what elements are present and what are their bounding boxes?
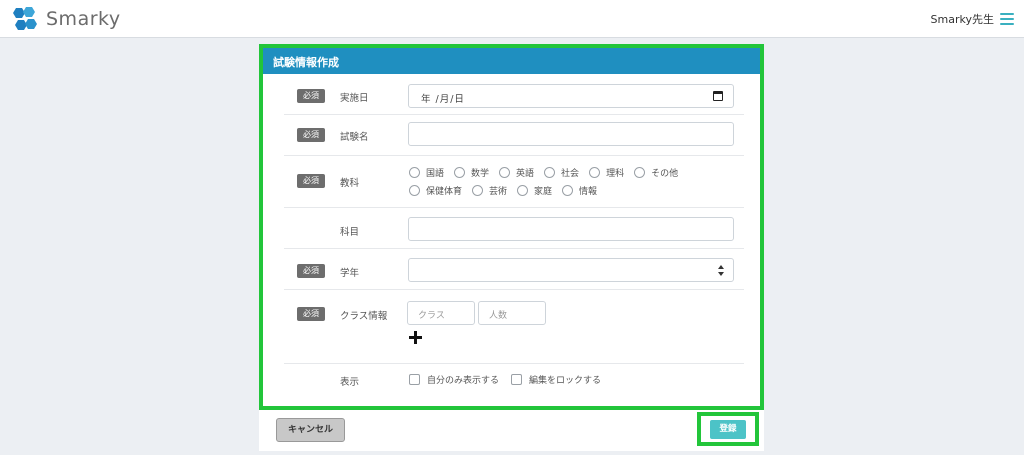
- smarky-logo-icon: [13, 7, 37, 30]
- required-badge: 必須: [297, 128, 325, 142]
- radio-circle[interactable]: [499, 166, 511, 178]
- subject-options-row-2: 保健体育 芸術 家庭 情報: [409, 181, 739, 199]
- class-info-row: 必須 クラス情報 クラス 人数: [284, 290, 744, 364]
- date-input[interactable]: 年 /月/日: [408, 84, 734, 108]
- radio-katei[interactable]: 家庭: [517, 184, 552, 197]
- hamburger-menu-icon[interactable]: [1000, 13, 1014, 25]
- radio-label: 数学: [471, 168, 490, 179]
- user-area: Smarky先生: [931, 10, 1014, 28]
- radio-rika[interactable]: 理科: [589, 166, 624, 179]
- radio-label: 芸術: [489, 186, 508, 197]
- grade-select[interactable]: [408, 258, 734, 282]
- radio-shakai[interactable]: 社会: [544, 166, 579, 179]
- exam-name-label: 試験名: [340, 132, 369, 143]
- radio-label: 国語: [426, 168, 445, 179]
- radio-label: その他: [651, 168, 679, 179]
- course-label: 科目: [340, 227, 360, 238]
- checkbox-box[interactable]: [409, 374, 420, 385]
- course-input[interactable]: [408, 217, 734, 241]
- exam-create-panel: 試験情報作成 必須 実施日 年 /月/日 必須 試験名 必須 教科 国語 数学: [259, 44, 764, 410]
- date-value: 年 /月/日: [421, 94, 465, 105]
- register-button-highlight: 登録: [697, 412, 759, 446]
- display-label: 表示: [340, 377, 360, 388]
- date-label: 実施日: [340, 93, 369, 104]
- app-name: Smarky: [46, 8, 121, 30]
- radio-label: 英語: [516, 168, 535, 179]
- select-arrows-icon: [718, 265, 724, 276]
- radio-label: 保健体育: [426, 186, 463, 197]
- radio-circle[interactable]: [517, 184, 529, 196]
- student-count-placeholder: 人数: [489, 311, 508, 321]
- register-button[interactable]: 登録: [710, 420, 746, 439]
- radio-circle[interactable]: [544, 166, 556, 178]
- radio-hoken-taiiku[interactable]: 保健体育: [409, 184, 462, 197]
- top-bar: Smarky Smarky先生: [0, 0, 1024, 38]
- radio-joho[interactable]: 情報: [562, 184, 597, 197]
- radio-eigo[interactable]: 英語: [499, 166, 534, 179]
- checkbox-label: 自分のみ表示する: [427, 376, 500, 386]
- cancel-button[interactable]: キャンセル: [276, 418, 345, 442]
- radio-circle[interactable]: [409, 166, 420, 178]
- radio-circle[interactable]: [472, 184, 484, 196]
- class-placeholder: クラス: [418, 311, 445, 321]
- radio-circle[interactable]: [589, 166, 601, 178]
- required-badge: 必須: [297, 307, 325, 321]
- student-count-input[interactable]: 人数: [478, 301, 546, 325]
- date-row: 必須 実施日 年 /月/日: [284, 74, 744, 115]
- grade-label: 学年: [340, 268, 360, 279]
- calendar-icon[interactable]: [713, 91, 723, 101]
- radio-circle[interactable]: [562, 184, 574, 196]
- checkbox-lock-edit[interactable]: 編集をロックする: [511, 373, 601, 386]
- checkbox-label: 編集をロックする: [529, 376, 602, 386]
- radio-sugaku[interactable]: 数学: [454, 166, 489, 179]
- exam-name-input[interactable]: [408, 122, 734, 146]
- radio-circle[interactable]: [409, 184, 420, 196]
- subject-radio-group: 国語 数学 英語 社会 理科 その他 保健体育 芸術 家庭 情報: [409, 163, 739, 199]
- radio-label: 情報: [579, 186, 598, 197]
- panel-title: 試験情報作成: [263, 48, 760, 74]
- grade-row: 必須 学年: [284, 249, 744, 290]
- user-name[interactable]: Smarky先生: [931, 11, 994, 27]
- form-body: 必須 実施日 年 /月/日 必須 試験名 必須 教科 国語 数学 英語 社会 理…: [263, 74, 760, 396]
- radio-sonota[interactable]: その他: [634, 166, 678, 179]
- add-class-plus-icon[interactable]: [409, 331, 422, 344]
- display-row: 表示 自分のみ表示する 編集をロックする: [284, 364, 744, 396]
- radio-label: 社会: [561, 168, 580, 179]
- required-badge: 必須: [297, 264, 325, 278]
- radio-kokugo[interactable]: 国語: [409, 166, 444, 179]
- course-row: 科目: [284, 208, 744, 249]
- radio-geijutsu[interactable]: 芸術: [472, 184, 507, 197]
- radio-label: 家庭: [534, 186, 553, 197]
- display-options: 自分のみ表示する 編集をロックする: [409, 373, 613, 386]
- required-badge: 必須: [297, 174, 325, 188]
- logo[interactable]: Smarky: [10, 5, 121, 33]
- checkbox-box[interactable]: [511, 374, 523, 385]
- subject-label: 教科: [340, 178, 360, 189]
- class-input[interactable]: クラス: [407, 301, 475, 325]
- form-footer: キャンセル 登録: [259, 410, 764, 451]
- subject-row: 必須 教科 国語 数学 英語 社会 理科 その他 保健体育 芸術 家庭 情報: [284, 156, 744, 208]
- class-info-label: クラス情報: [340, 311, 388, 322]
- radio-circle[interactable]: [634, 166, 646, 178]
- checkbox-self-only[interactable]: 自分のみ表示する: [409, 373, 499, 386]
- radio-circle[interactable]: [454, 166, 466, 178]
- radio-label: 理科: [606, 168, 625, 179]
- exam-name-row: 必須 試験名: [284, 115, 744, 156]
- required-badge: 必須: [297, 89, 325, 103]
- subject-options-row-1: 国語 数学 英語 社会 理科 その他: [409, 163, 739, 181]
